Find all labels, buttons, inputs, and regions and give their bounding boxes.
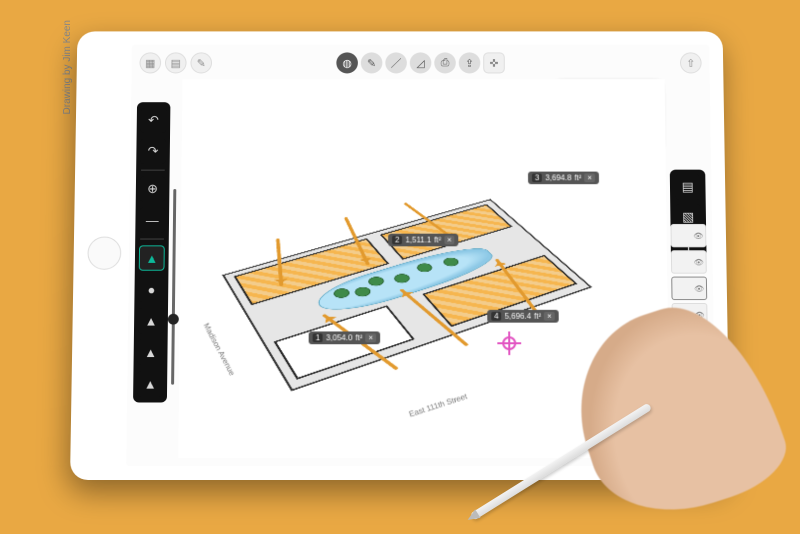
tag-value: 3,054.0 bbox=[326, 333, 353, 342]
tag-index: 1 bbox=[313, 333, 323, 342]
layer-thumb[interactable]: 👁 bbox=[671, 277, 707, 300]
angle-tool-icon[interactable]: ◿ bbox=[410, 52, 432, 73]
attribution-text: Drawing by Jim Keen bbox=[62, 20, 73, 114]
cursor-crosshair bbox=[497, 331, 521, 355]
eye-icon[interactable]: 👁 bbox=[693, 231, 703, 240]
separator bbox=[141, 170, 165, 171]
measure-tag-4[interactable]: 4 5,696.4 ft² × bbox=[487, 310, 558, 323]
measure-tag-2[interactable]: 2 1,511.1 ft² × bbox=[388, 234, 459, 247]
close-icon[interactable]: × bbox=[584, 174, 595, 183]
tag-value: 3,694.8 bbox=[545, 174, 571, 183]
top-toolbar: ▦ ▤ ✎ ◍ ✎ ／ ◿ ⎙ ⇪ ✜ ⇧ bbox=[132, 50, 710, 75]
grab-tool-icon[interactable]: ⊕ bbox=[140, 176, 166, 201]
line-tool-icon[interactable]: ／ bbox=[385, 52, 407, 73]
layers-icon[interactable]: ▤ bbox=[675, 174, 701, 199]
measure-tag-3[interactable]: 3 3,694.8 ft² × bbox=[528, 172, 599, 185]
tag-index: 4 bbox=[491, 312, 501, 321]
tag-unit: ft² bbox=[355, 333, 362, 342]
layer-thumb[interactable]: 👁 bbox=[671, 250, 707, 273]
pencil-tool-1-icon[interactable]: ▲ bbox=[138, 308, 164, 334]
hatch-tool-icon[interactable]: ◍ bbox=[336, 52, 358, 73]
undo-icon[interactable]: ↶ bbox=[141, 108, 167, 133]
tag-unit: ft² bbox=[434, 236, 441, 245]
export-icon[interactable]: ⇧ bbox=[680, 52, 702, 73]
tag-value: 1,511.1 bbox=[405, 236, 431, 245]
pen-tool-icon[interactable]: ✎ bbox=[361, 52, 383, 73]
target-icon[interactable]: ✜ bbox=[483, 52, 505, 73]
layer-thumb[interactable]: 👁 bbox=[670, 224, 706, 247]
grid-icon[interactable]: ▦ bbox=[139, 52, 161, 73]
tag-value: 5,696.4 bbox=[505, 312, 532, 321]
tag-unit: ft² bbox=[534, 312, 541, 321]
tag-index: 2 bbox=[392, 236, 402, 245]
print-icon[interactable]: ⎙ bbox=[434, 52, 456, 73]
separator bbox=[140, 239, 164, 240]
pencil-tool-2-icon[interactable]: ▲ bbox=[138, 339, 164, 365]
redo-icon[interactable]: ↷ bbox=[140, 139, 166, 164]
close-icon[interactable]: × bbox=[366, 333, 377, 342]
stroke-width-icon[interactable]: — bbox=[139, 207, 165, 232]
tag-index: 3 bbox=[532, 174, 542, 183]
eye-icon[interactable]: 👁 bbox=[694, 284, 704, 293]
home-button[interactable] bbox=[87, 237, 121, 270]
close-icon[interactable]: × bbox=[544, 312, 555, 321]
pencil-tool-3-icon[interactable]: ▲ bbox=[137, 371, 163, 397]
layout-icon[interactable]: ▤ bbox=[165, 52, 187, 73]
measure-tag-1[interactable]: 1 3,054.0 ft² × bbox=[309, 331, 380, 344]
settings-icon[interactable]: ✎ bbox=[190, 52, 212, 73]
tag-unit: ft² bbox=[574, 174, 581, 183]
share-tool-icon[interactable]: ⇪ bbox=[459, 52, 481, 73]
close-icon[interactable]: × bbox=[444, 236, 455, 245]
eye-icon[interactable]: 👁 bbox=[694, 258, 704, 267]
